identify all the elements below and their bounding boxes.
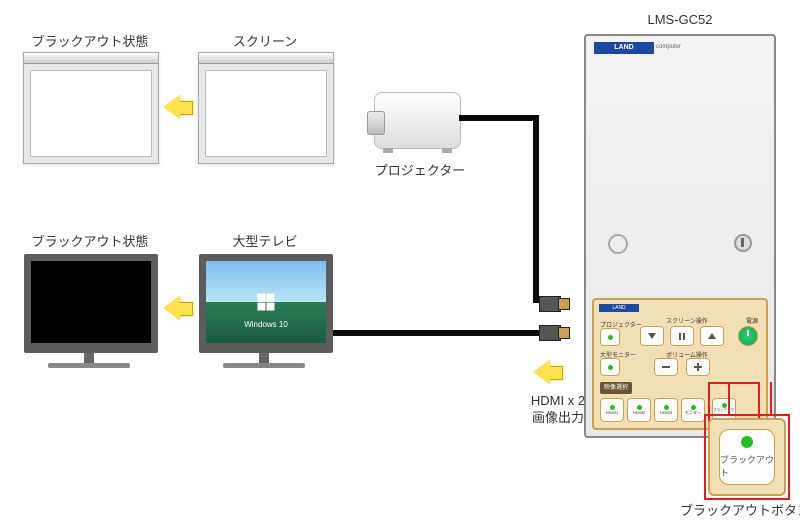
lms-device: LAND computer LAND スクリーン操作 電源 プロジェクター 大型… <box>584 34 776 438</box>
projector-device <box>374 92 461 149</box>
status-led-icon <box>741 436 753 448</box>
tv-active: Windows 10 <box>199 254 333 353</box>
power-button[interactable] <box>738 326 758 346</box>
volume-down-button[interactable] <box>654 358 678 376</box>
source-monitor-button[interactable]: モニター <box>681 398 705 422</box>
blackout-button-text: ブラックアウト <box>720 453 774 479</box>
blackout-button-callout: ブラックアウト <box>708 418 786 496</box>
label-device-model: LMS-GC52 <box>610 12 750 27</box>
panel-brand: LAND <box>599 304 639 312</box>
source-hdmi1-button[interactable]: HDMI1 <box>600 398 624 422</box>
brand-badge: LAND <box>594 42 654 54</box>
hdmi-plug-icon <box>539 325 561 341</box>
keyhole-icon <box>734 234 752 252</box>
projection-screen-blackout <box>23 52 159 164</box>
label-projector: プロジェクター <box>350 160 490 179</box>
source-hdmi2-button[interactable]: HDMI2 <box>627 398 651 422</box>
blackout-button-large[interactable]: ブラックアウト <box>719 429 775 485</box>
screen-down-button[interactable] <box>640 326 664 346</box>
arrow-left-icon <box>164 95 180 119</box>
control-panel: LAND スクリーン操作 電源 プロジェクター 大型モニター ボリューム操作 映… <box>592 298 768 430</box>
hdmi-plug-icon <box>539 296 561 312</box>
screen-up-button[interactable] <box>700 326 724 346</box>
label-power: 電源 <box>746 316 758 325</box>
os-logo-text: Windows 10 <box>244 135 288 144</box>
label-screen: スクリーン <box>195 31 335 50</box>
bolt-icon <box>608 234 628 254</box>
os-logo-text-tv: Windows 10 <box>244 320 288 329</box>
callout-connector <box>770 382 772 416</box>
label-screen-ops: スクリーン操作 <box>662 316 712 325</box>
label-blackout-state-top: ブラックアウト状態 <box>20 31 160 50</box>
tv-blackout <box>24 254 158 353</box>
callout-connector <box>728 382 730 416</box>
monitor-toggle-button[interactable] <box>600 358 620 376</box>
volume-up-button[interactable] <box>686 358 710 376</box>
arrow-left-icon <box>534 360 550 384</box>
projection-screen-active: Windows 10 <box>198 52 334 164</box>
label-blackout-state-bottom: ブラックアウト状態 <box>20 231 160 250</box>
label-blackout-button: ブラックアウトボタン <box>680 500 800 519</box>
label-source-select: 映像選択 <box>600 382 632 394</box>
label-large-tv: 大型テレビ <box>195 231 335 250</box>
source-hdmi3-button[interactable]: HDMI3 <box>654 398 678 422</box>
screen-pause-button[interactable] <box>670 326 694 346</box>
proj-toggle-button[interactable] <box>600 328 620 346</box>
arrow-left-icon <box>164 296 180 320</box>
